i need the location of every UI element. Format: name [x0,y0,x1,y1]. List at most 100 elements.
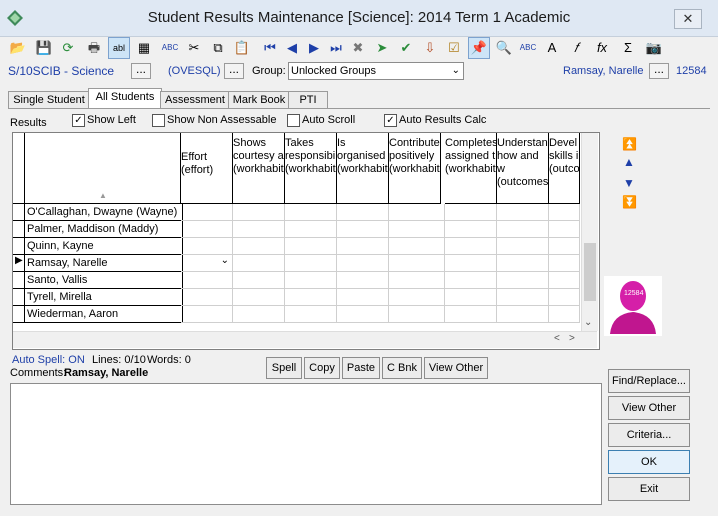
grade-cell[interactable] [285,272,337,289]
calculator-icon[interactable]: ▦ [134,38,154,58]
exit-button[interactable]: Exit [608,477,690,501]
grade-cell[interactable] [285,255,337,272]
vertical-scroll-thumb[interactable] [584,243,596,301]
grade-cell[interactable] [445,272,497,289]
show-non-assessable-checkbox[interactable] [152,114,165,127]
grade-cell[interactable] [389,238,445,255]
grade-cell[interactable] [389,306,445,323]
find-replace-button[interactable]: Find/Replace... [608,369,690,393]
student-name-cell[interactable]: O'Callaghan, Dwayne (Wayne) [25,204,183,221]
tab-pti[interactable]: PTI [288,91,328,108]
comment-bank-button[interactable]: C Bnk [382,357,422,379]
grade-cell[interactable] [445,289,497,306]
view-other-button[interactable]: View Other [608,396,690,420]
cut-icon[interactable]: ✂ [184,38,204,58]
grade-cell[interactable] [337,255,389,272]
tab-mark-book[interactable]: Mark Book [228,91,290,108]
move-up-icon[interactable]: ▲ [622,156,636,168]
first-record-icon[interactable]: ⏮ [260,38,280,58]
grade-cell[interactable] [389,255,445,272]
grade-cell[interactable] [389,221,445,238]
grade-cell[interactable] [337,238,389,255]
teacher-picker-button[interactable]: ... [649,63,669,79]
row-indicator[interactable] [13,289,25,306]
row-indicator[interactable] [13,238,25,255]
grade-cell[interactable] [549,238,580,255]
show-left-checkbox[interactable]: ✓ [72,114,85,127]
paste-icon[interactable]: 📋 [232,38,252,58]
student-name-cell[interactable]: Tyrell, Mirella [25,289,183,306]
grade-cell[interactable] [285,204,337,221]
student-name-cell[interactable]: Ramsay, Narelle [25,255,183,272]
comments-textarea[interactable] [10,383,602,505]
abc-spell-icon[interactable]: ABC [518,38,538,58]
grade-cell[interactable] [445,221,497,238]
grade-cell[interactable] [233,289,285,306]
close-button[interactable]: ✕ [674,9,702,29]
grade-cell[interactable] [233,221,285,238]
paste-button[interactable]: Paste [342,357,380,379]
group-select[interactable]: Unlocked Groups ⌄ [288,62,464,80]
move-down-icon[interactable]: ▼ [622,177,636,189]
view-other-comment-button[interactable]: View Other [424,357,488,379]
grade-cell[interactable] [233,272,285,289]
previous-record-icon[interactable]: ◀ [282,38,302,58]
move-to-last-icon[interactable]: ⏬ [622,196,637,208]
scroll-left-arrow-icon[interactable]: < [554,333,560,344]
column-header-responsibility[interactable]: Takes responsibi (workhabit [285,133,337,204]
class-picker-button[interactable]: ... [131,63,151,79]
grade-cell[interactable] [285,221,337,238]
column-header-develops[interactable]: Devel skills i (outco [549,133,580,204]
save-icon[interactable]: 💾 [34,38,54,58]
vertical-scrollbar[interactable]: ⌄ [581,133,598,331]
grade-cell[interactable] [285,306,337,323]
grade-cell[interactable] [549,204,580,221]
student-name-cell[interactable]: Palmer, Maddison (Maddy) [25,221,183,238]
grade-cell[interactable] [549,272,580,289]
criteria-button[interactable]: Criteria... [608,423,690,447]
approve-icon[interactable]: ✔ [396,38,416,58]
grade-cell[interactable] [181,306,233,323]
grade-cell[interactable] [549,255,580,272]
column-header-courtesy[interactable]: Shows courtesy a (workhabit [233,133,285,204]
grade-cell[interactable] [337,204,389,221]
delete-icon[interactable]: ✖ [348,38,368,58]
pin-icon[interactable]: 📌 [468,37,490,59]
chevron-down-icon[interactable]: ⌄ [221,255,229,266]
grade-cell[interactable] [285,289,337,306]
column-header-understands[interactable]: Understan how and w (outcomes [497,133,549,204]
student-name-cell[interactable]: Santo, Vallis [25,272,183,289]
column-header-completes[interactable]: Completes assigned t (workhabit [445,133,497,204]
copy-icon[interactable]: ⧉ [208,38,228,58]
font-icon[interactable]: A [542,38,562,58]
column-header-organised[interactable]: Is organised (workhabit [337,133,389,204]
grade-cell[interactable] [337,272,389,289]
grade-cell[interactable] [497,238,549,255]
scroll-right-arrow-icon[interactable]: > [569,333,575,344]
grade-cell[interactable] [337,306,389,323]
column-header-effort[interactable]: Effort (effort) [181,133,233,204]
scroll-down-arrow-icon[interactable]: ⌄ [584,317,592,328]
grade-cell[interactable] [445,238,497,255]
student-name-cell[interactable]: Quinn, Kayne [25,238,183,255]
grade-cell[interactable] [233,204,285,221]
spellcheck-icon[interactable]: ABC [160,38,180,58]
auto-results-calc-checkbox[interactable]: ✓ [384,114,397,127]
accept-icon[interactable]: ➤ [372,38,392,58]
download-icon[interactable]: ⇩ [420,38,440,58]
ok-button[interactable]: OK [608,450,690,474]
grade-cell[interactable] [181,221,233,238]
grade-cell[interactable] [285,238,337,255]
grade-cell[interactable] [233,238,285,255]
row-indicator[interactable] [13,306,25,323]
grade-cell[interactable] [389,204,445,221]
next-record-icon[interactable]: ▶ [304,38,324,58]
grade-cell[interactable] [181,289,233,306]
grade-cell[interactable] [497,221,549,238]
row-indicator[interactable] [13,272,25,289]
print-icon[interactable]: 🖶 [84,38,104,58]
grade-cell[interactable] [337,289,389,306]
grade-cell[interactable] [181,204,233,221]
grade-cell[interactable] [445,306,497,323]
horizontal-scrollbar[interactable]: < > [13,331,597,348]
